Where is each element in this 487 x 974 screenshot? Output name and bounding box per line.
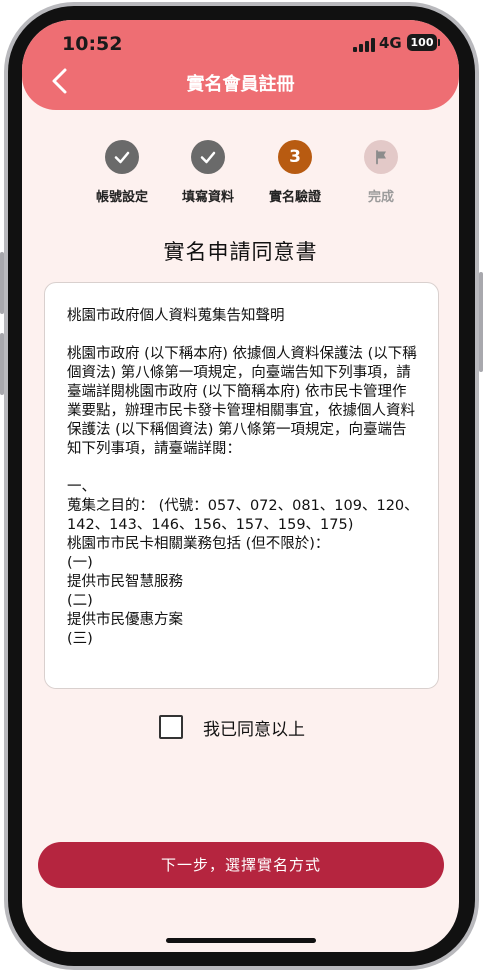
consent-title: 實名申請同意書 bbox=[163, 240, 318, 264]
step-number-badge: 3 bbox=[278, 140, 312, 174]
consent-item-number: (三) bbox=[67, 631, 93, 647]
step-complete: 完成 bbox=[336, 140, 426, 205]
agree-checkbox[interactable] bbox=[159, 715, 183, 739]
agree-row[interactable]: 我已同意以上 bbox=[159, 715, 305, 740]
volume-up-button bbox=[0, 252, 4, 314]
step-label: 帳號設定 bbox=[95, 190, 148, 205]
flag-icon bbox=[364, 140, 398, 174]
consent-section-number: 一、 bbox=[67, 479, 96, 495]
page-title: 實名會員註冊 bbox=[186, 74, 295, 95]
header-bar: 10:52 4G 100 實名會員註冊 bbox=[22, 20, 459, 110]
signal-icon bbox=[353, 38, 375, 52]
volume-down-button bbox=[0, 333, 4, 395]
scroll-fade bbox=[45, 672, 438, 688]
consent-item: 提供市民智慧服務 bbox=[67, 574, 183, 590]
step-label: 實名驗證 bbox=[268, 190, 321, 205]
consent-scope: 桃園市市民卡相關業務包括 (但不限於)： bbox=[67, 536, 330, 552]
step-account-setup: 帳號設定 bbox=[77, 140, 167, 205]
step-done-check-icon bbox=[191, 140, 225, 174]
agree-label: 我已同意以上 bbox=[203, 719, 305, 740]
consent-purpose: 蒐集之目的： (代號：057、072、081、109、120、142、143、1… bbox=[67, 498, 419, 533]
consent-item-number: (一) bbox=[67, 555, 93, 571]
app-screen: 10:52 4G 100 實名會員註冊 帳號設定 填寫資料 3 實名驗證 完成 … bbox=[22, 20, 459, 952]
consent-heading: 桃園市政府個人資料蒐集告知聲明 bbox=[67, 308, 285, 324]
step-fill-info: 填寫資料 bbox=[163, 140, 253, 205]
step-label: 完成 bbox=[367, 190, 394, 205]
status-time: 10:52 bbox=[62, 33, 123, 55]
next-button[interactable]: 下一步，選擇實名方式 bbox=[38, 842, 444, 888]
battery-tip bbox=[438, 39, 440, 46]
home-indicator bbox=[166, 938, 316, 943]
step-label: 填寫資料 bbox=[181, 190, 234, 205]
step-verification: 3 實名驗證 bbox=[250, 140, 340, 205]
consent-paragraph: 桃園市政府 (以下稱本府) 依據個人資料保護法 (以下稱個資法) 第八條第一項規… bbox=[67, 346, 417, 457]
consent-item: 提供市民優惠方案 bbox=[67, 612, 183, 628]
power-button bbox=[479, 272, 483, 372]
consent-content: 桃園市政府個人資料蒐集告知聲明 桃園市政府 (以下稱本府) 依據個人資料保護法 … bbox=[67, 307, 419, 649]
consent-item-number: (二) bbox=[67, 593, 93, 609]
consent-text-box[interactable]: 桃園市政府個人資料蒐集告知聲明 桃園市政府 (以下稱本府) 依據個人資料保護法 … bbox=[44, 282, 439, 689]
battery-icon: 100 bbox=[407, 34, 437, 51]
step-done-check-icon bbox=[105, 140, 139, 174]
network-label: 4G bbox=[379, 34, 402, 52]
